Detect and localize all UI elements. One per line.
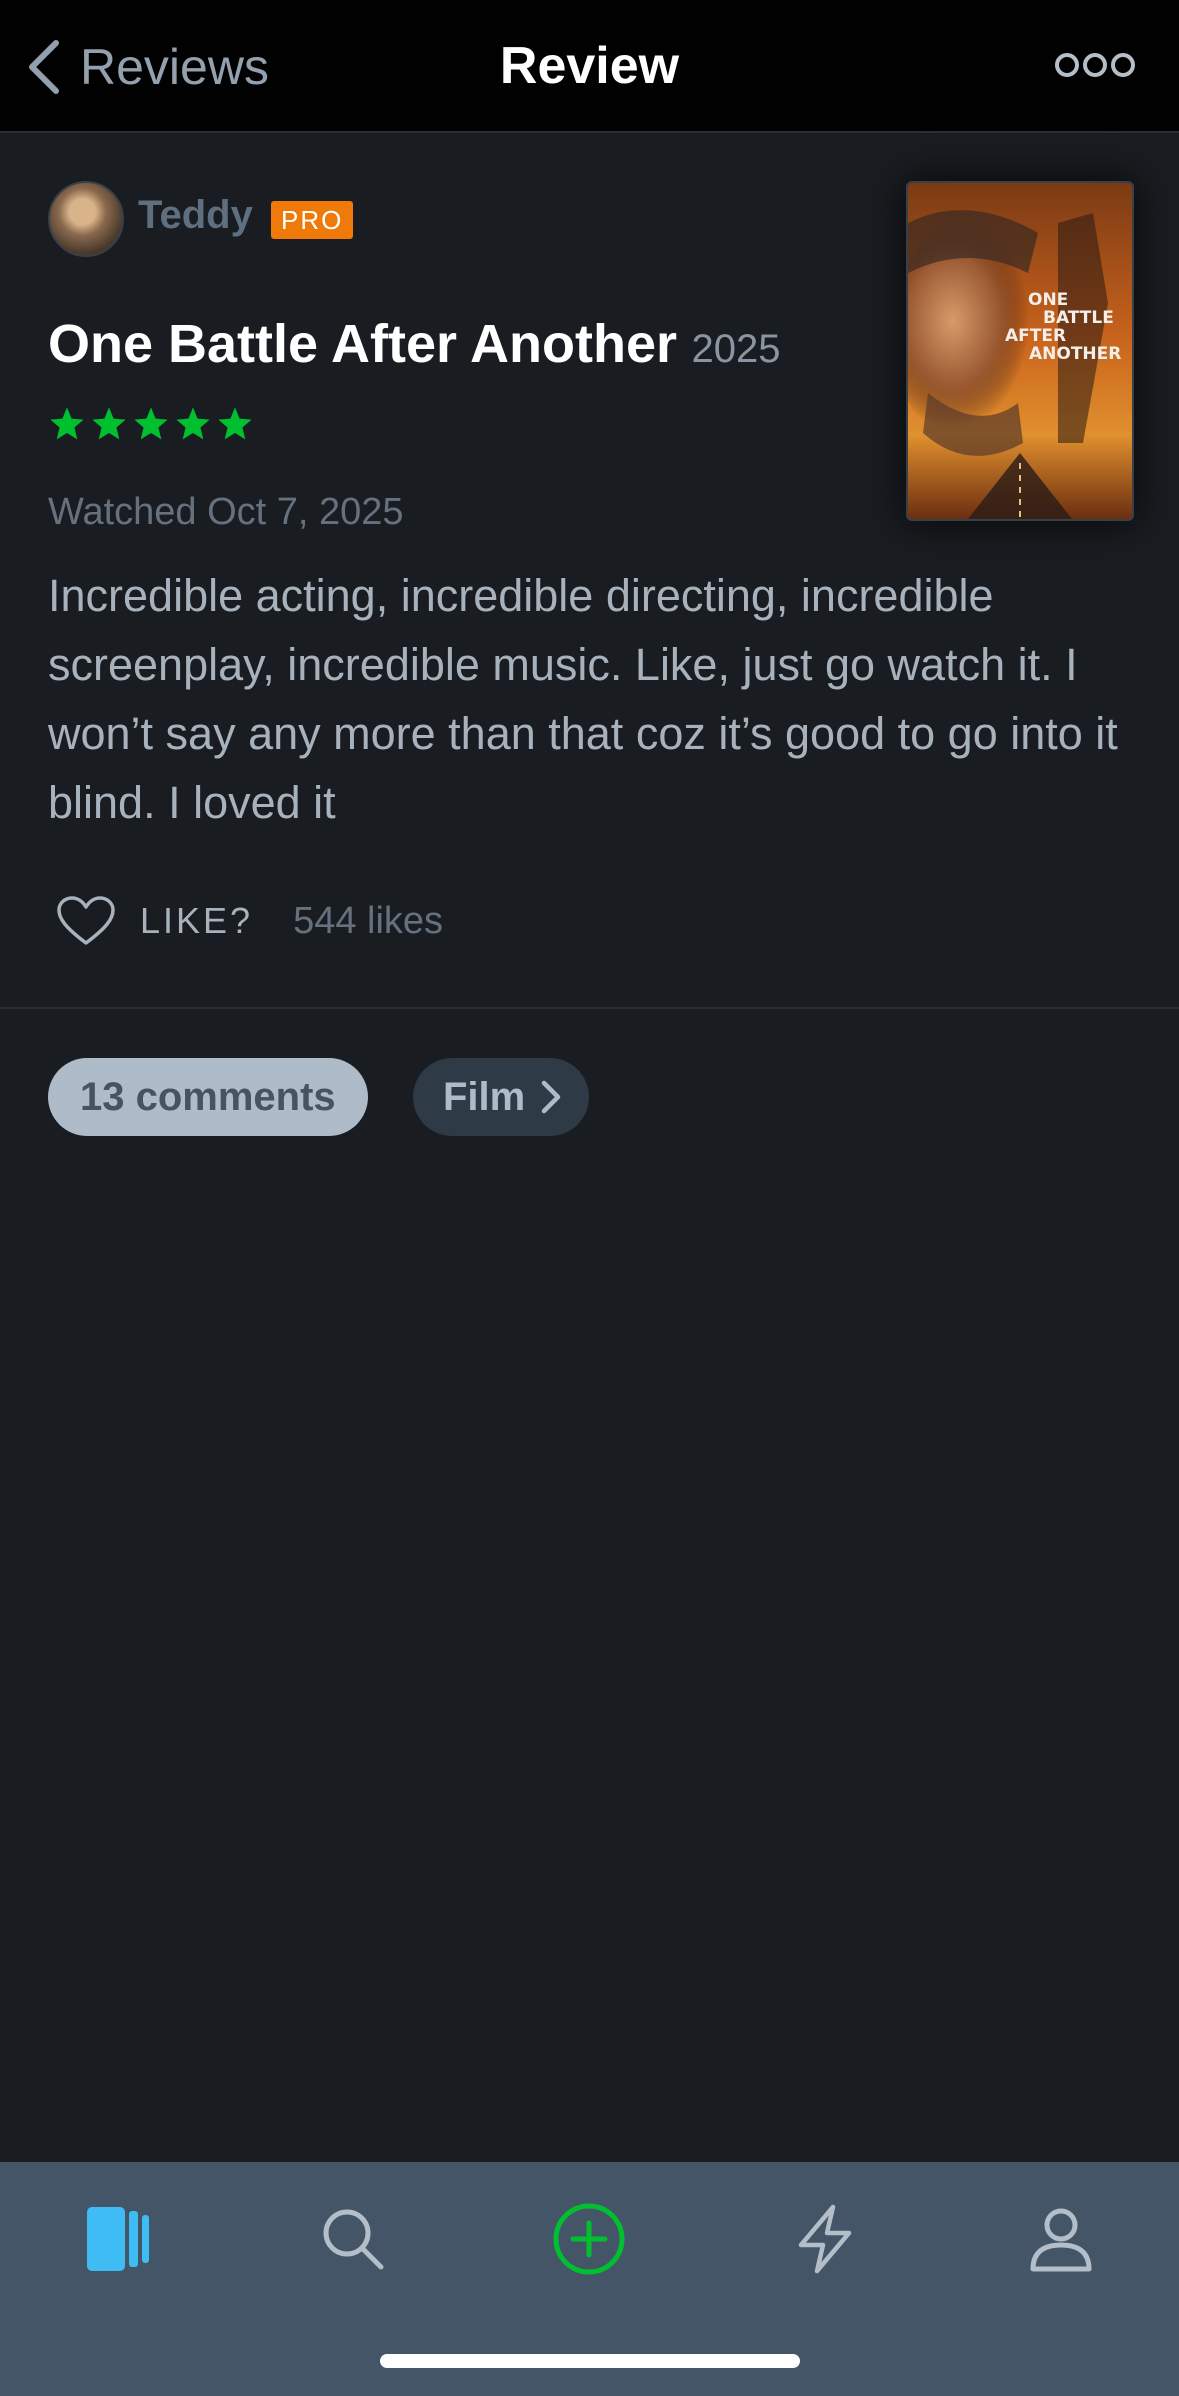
tab-search[interactable]	[303, 2194, 403, 2284]
film-button-label: Film	[443, 1074, 526, 1119]
tab-films[interactable]	[67, 2194, 167, 2284]
tab-profile[interactable]	[1011, 2194, 1111, 2284]
film-poster[interactable]: ONE BATTLE AFTER ANOTHER	[906, 181, 1134, 521]
page-title: Review	[499, 37, 680, 95]
poster-title-line: BATTLE	[1043, 308, 1114, 328]
avatar[interactable]	[48, 181, 124, 257]
activity-icon	[798, 2204, 852, 2274]
add-icon	[553, 2203, 625, 2275]
star-icon	[50, 407, 84, 440]
star-rating	[48, 405, 254, 443]
pro-badge: PRO	[271, 201, 354, 239]
star-icon	[218, 407, 252, 440]
poster-title-line: AFTER	[1005, 326, 1066, 346]
star-icon	[134, 407, 168, 440]
more-dot-icon	[1083, 53, 1107, 77]
comments-button[interactable]: 13 comments	[48, 1058, 368, 1136]
section-divider	[0, 1007, 1179, 1009]
tab-activity[interactable]	[775, 2194, 875, 2284]
poster-title-line: ANOTHER	[1029, 344, 1121, 364]
review-section: Teddy PRO One Battle After Another 2025 …	[0, 133, 1179, 1009]
film-button[interactable]: Film	[413, 1058, 590, 1136]
search-icon	[323, 2209, 384, 2270]
like-row: LIKE? 544 likes	[56, 891, 443, 951]
review-text: Incredible acting, incredible directing,…	[48, 570, 1118, 828]
heart-icon	[57, 896, 115, 945]
star-icon	[176, 407, 210, 440]
film-title[interactable]: One Battle After Another	[48, 314, 677, 374]
films-icon	[87, 2207, 149, 2271]
chevron-right-icon	[541, 1080, 561, 1114]
like-label: LIKE?	[140, 900, 254, 941]
star-icon	[92, 407, 126, 440]
more-dot-icon	[1055, 53, 1079, 77]
tab-add[interactable]	[539, 2194, 639, 2284]
like-button[interactable]: LIKE?	[56, 895, 253, 947]
home-indicator[interactable]	[380, 2354, 800, 2368]
username[interactable]: Teddy	[138, 193, 253, 238]
poster-artwork: ONE BATTLE AFTER ANOTHER	[908, 183, 1132, 519]
poster-title-line: ONE	[1028, 290, 1068, 310]
film-title-row: One Battle After Another 2025	[48, 313, 780, 375]
top-nav-bar: Reviews Review	[0, 0, 1179, 133]
watched-date: Watched Oct 7, 2025	[48, 491, 404, 533]
likes-count[interactable]: 544 likes	[293, 900, 443, 943]
film-year: 2025	[691, 327, 781, 371]
profile-icon	[1030, 2208, 1092, 2272]
more-options-button[interactable]	[1055, 48, 1135, 82]
more-dot-icon	[1111, 53, 1135, 77]
